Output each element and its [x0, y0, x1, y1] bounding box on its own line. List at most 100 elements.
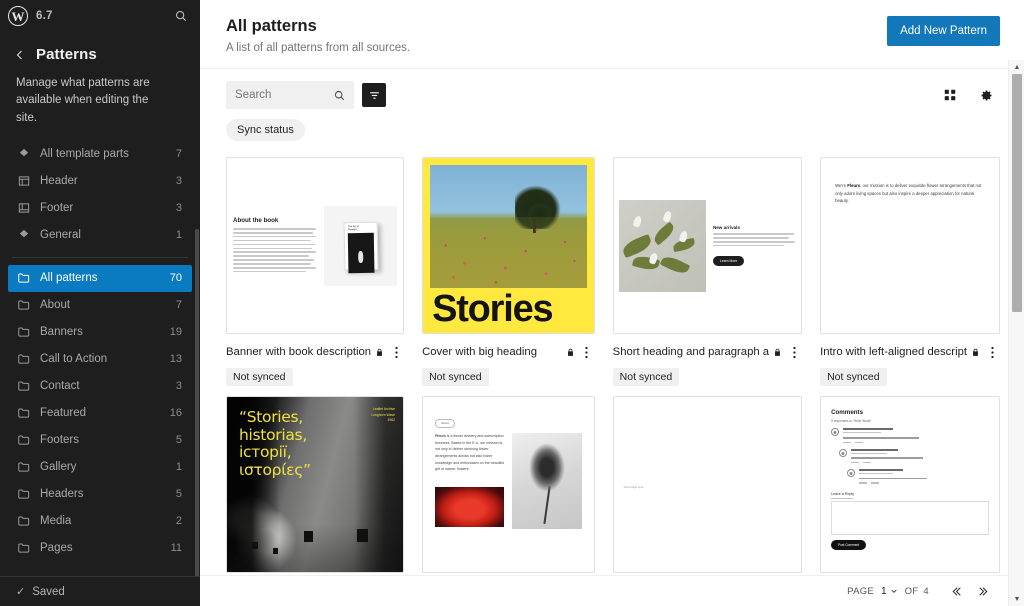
scroll-up-icon[interactable]: ▲: [1009, 60, 1024, 74]
sidebar-item-count: 1: [176, 229, 182, 241]
folder-icon: [16, 379, 31, 394]
sidebar-item-all-template-parts[interactable]: All template parts 7: [8, 141, 192, 168]
sidebar-item-footer[interactable]: Footer3: [8, 195, 192, 222]
sidebar-save-status[interactable]: ✓ Saved: [0, 576, 200, 606]
thumb-leave-reply: Leave a Reply: [831, 492, 989, 496]
pattern-title[interactable]: Intro with left-aligned descript: [820, 346, 967, 358]
pattern-preview[interactable]: Comments 5 responses to “Hello World”: [820, 396, 1000, 573]
scrollbar-thumb[interactable]: [1012, 74, 1022, 312]
global-search-icon[interactable]: [174, 9, 188, 23]
ruins-photo: “Stories,historias,історії,ιστορίες” Lea…: [227, 397, 403, 572]
pattern-preview[interactable]: Add image here: [613, 396, 802, 573]
page-selector[interactable]: 1: [879, 586, 900, 597]
sync-status-badge: Not synced: [820, 368, 887, 386]
folder-icon: [16, 298, 31, 313]
book-cover-art: The Art ofFlowers: [343, 222, 378, 271]
pattern-preview[interactable]: New arrivals Learn More: [613, 157, 802, 334]
pattern-preview[interactable]: Stories: [422, 157, 595, 334]
patterns-scroll-area: About the book The Art of: [200, 141, 1024, 575]
search-field[interactable]: [226, 81, 354, 109]
add-new-pattern-button[interactable]: Add New Pattern: [887, 16, 1000, 46]
sidebar-item-label: General: [40, 229, 167, 241]
sidebar-item-gallery[interactable]: Gallery1: [8, 454, 192, 481]
folder-icon: [16, 514, 31, 529]
sidebar-item-featured[interactable]: Featured 16: [8, 400, 192, 427]
filter-chip-row: Sync status: [200, 109, 1024, 141]
pattern-preview[interactable]: About Fleurs is a flower delivery and su…: [422, 396, 595, 573]
sidebar-item-about[interactable]: About7: [8, 292, 192, 319]
avatar: [847, 469, 855, 477]
gear-icon[interactable]: [972, 81, 1000, 109]
sidebar-item-count: 19: [170, 326, 182, 338]
pattern-preview[interactable]: “Stories,historias,історії,ιστορίες” Lea…: [226, 396, 404, 573]
folder-icon: [16, 541, 31, 556]
thumb-about-tag: About: [435, 419, 455, 428]
header-layout-icon: [16, 174, 31, 189]
pattern-actions-menu[interactable]: [786, 342, 802, 362]
footer-layout-icon: [16, 201, 31, 216]
thumb-short-heading: New arrivals: [713, 225, 796, 230]
grid-view-icon[interactable]: [936, 81, 964, 109]
pattern-actions-menu[interactable]: [388, 342, 404, 362]
previous-page-button[interactable]: [945, 580, 967, 602]
sidebar-scrollbar[interactable]: [195, 229, 199, 576]
pattern-preview[interactable]: About the book The Art of: [226, 157, 404, 334]
pattern-card: Add image here: [613, 396, 802, 575]
main-panel: All patterns A list of all patterns from…: [200, 0, 1024, 606]
quote-line: ιστορίες”: [239, 462, 311, 479]
main-scrollbar[interactable]: ▲ ▼: [1008, 60, 1024, 606]
sidebar-item-all-patterns[interactable]: All patterns70: [8, 265, 192, 292]
back-chevron-icon[interactable]: [14, 49, 28, 61]
wordpress-logo-icon[interactable]: W: [8, 6, 28, 26]
sidebar-item-call-to-action[interactable]: Call to Action13: [8, 346, 192, 373]
sidebar-item-count: 5: [176, 488, 182, 500]
sidebar-topbar: W 6.7: [0, 0, 200, 32]
sidebar-item-count: 1: [176, 461, 182, 473]
sidebar-item-pages[interactable]: Pages11: [8, 535, 192, 562]
pattern-actions-menu[interactable]: [984, 342, 1000, 362]
filter-button[interactable]: [362, 83, 386, 107]
sidebar-item-banners[interactable]: Banners19: [8, 319, 192, 346]
pattern-actions-menu[interactable]: [579, 342, 595, 362]
page-title: Patterns: [36, 46, 97, 63]
bw-flower-photo: [512, 433, 581, 529]
sidebar-item-label: Media: [40, 515, 167, 527]
sidebar-item-count: 16: [170, 407, 182, 419]
sync-status-chip[interactable]: Sync status: [226, 119, 305, 141]
sidebar-item-general[interactable]: General 1: [8, 222, 192, 249]
folder-icon: [16, 487, 31, 502]
sidebar-item-headers[interactable]: Headers5: [8, 481, 192, 508]
content-subtitle: A list of all patterns from all sources.: [226, 42, 410, 54]
folder-icon: [16, 460, 31, 475]
sidebar-item-label: Featured: [40, 407, 161, 419]
folder-icon: [16, 325, 31, 340]
thumb-post-comment-button: Post Comment: [831, 540, 866, 550]
sidebar-item-count: 3: [176, 380, 182, 392]
sidebar-item-label: Footer: [40, 202, 167, 214]
lock-icon: [566, 347, 575, 358]
sync-status-badge: Not synced: [613, 368, 680, 386]
sidebar-item-label: About: [40, 299, 167, 311]
sidebar-item-contact[interactable]: Contact 3: [8, 373, 192, 400]
pattern-categories-group: All patterns70About7Banners19Call to Act…: [0, 265, 200, 562]
sidebar-item-label: Contact: [40, 380, 167, 392]
search-icon: [333, 89, 346, 102]
thumb-quote-text: “Stories,historias,історії,ιστορίες”: [239, 409, 311, 478]
sidebar-item-count: 7: [176, 148, 182, 160]
pagination-total-pages: 4: [923, 586, 929, 597]
sidebar-item-media[interactable]: Media 2: [8, 508, 192, 535]
next-page-button[interactable]: [972, 580, 994, 602]
template-parts-group: All template parts7Header3Footer3General…: [0, 141, 200, 249]
sidebar-item-label: All template parts: [40, 148, 167, 160]
pattern-title[interactable]: Cover with big heading: [422, 346, 562, 358]
sidebar-item-footers[interactable]: Footers5: [8, 427, 192, 454]
sidebar-item-count: 2: [176, 515, 182, 527]
pattern-title[interactable]: Short heading and paragraph a: [613, 346, 769, 358]
pattern-preview[interactable]: We're Fleurs, our mission is to deliver …: [820, 157, 1000, 334]
sidebar-item-header[interactable]: Header3: [8, 168, 192, 195]
thumb-empty-note: Add image here: [624, 485, 644, 489]
scroll-down-icon[interactable]: ▼: [1009, 592, 1024, 606]
quote-line: історії,: [239, 444, 311, 461]
sidebar-description: Manage what patterns are available when …: [0, 75, 172, 127]
pattern-title[interactable]: Banner with book description: [226, 346, 371, 358]
